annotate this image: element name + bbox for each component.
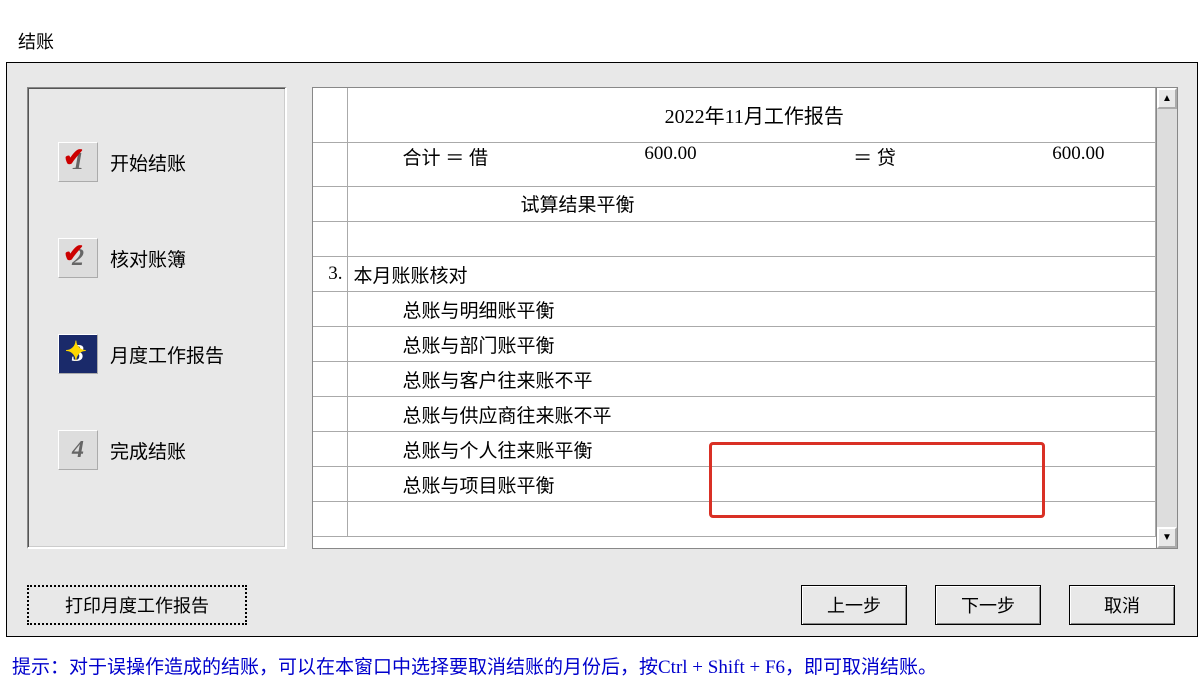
totals-eq-label: ＝ 贷 <box>853 143 896 186</box>
window-title: 结账 <box>18 28 54 54</box>
balance-result-row: 试算结果平衡 <box>313 187 1156 222</box>
section3-num: 3. <box>313 257 347 292</box>
totals-sum-label: 合计 ＝ 借 <box>403 143 489 186</box>
section3-title: 本月账账核对 <box>347 257 1156 292</box>
scroll-track[interactable] <box>1157 109 1177 527</box>
balance-result: 试算结果平衡 <box>347 187 1156 222</box>
sidebar-item-label: 月度工作报告 <box>110 341 224 368</box>
sidebar-item-verify[interactable]: 2 核对账簿 <box>28 224 285 292</box>
list-item: 总账与客户往来账不平 <box>313 362 1156 397</box>
cancel-button[interactable]: 取消 <box>1069 585 1175 625</box>
check-line-unbalanced: 总账与供应商往来账不平 <box>347 397 1156 432</box>
scroll-up-button[interactable]: ▲ <box>1157 88 1177 109</box>
sidebar-item-finish[interactable]: 4 完成结账 <box>28 416 285 484</box>
print-report-button[interactable]: 打印月度工作报告 <box>27 585 247 625</box>
totals-row: 合计 ＝ 借 600.00 ＝ 贷 600.00 <box>313 142 1156 187</box>
sidebar-item-label: 完成结账 <box>110 437 186 464</box>
report-header-row: 2022年11月工作报告 <box>313 88 1156 142</box>
report-title: 2022年11月工作报告 <box>347 88 1156 142</box>
check-line-unbalanced: 总账与客户往来账不平 <box>347 362 1156 397</box>
blank-row <box>313 222 1156 257</box>
report-table: 2022年11月工作报告 合计 ＝ 借 600.00 ＝ 贷 600.00 试算… <box>313 88 1156 537</box>
wizard-sidebar: 1 开始结账 2 核对账簿 3 月度工作报告 4 完成结账 <box>27 87 287 549</box>
blank-row <box>313 502 1156 537</box>
button-bar: 打印月度工作报告 上一步 下一步 取消 <box>7 577 1197 632</box>
report-panel: 2022年11月工作报告 合计 ＝ 借 600.00 ＝ 贷 600.00 试算… <box>312 87 1178 549</box>
totals-debit: 600.00 <box>644 143 696 186</box>
section3-title-row: 3. 本月账账核对 <box>313 257 1156 292</box>
next-button[interactable]: 下一步 <box>935 585 1041 625</box>
step-4-icon: 4 <box>58 430 98 470</box>
sidebar-item-monthly-report[interactable]: 3 月度工作报告 <box>28 320 285 388</box>
vertical-scrollbar[interactable]: ▲ ▼ <box>1156 88 1177 548</box>
step-1-icon: 1 <box>58 142 98 182</box>
sidebar-item-label: 核对账簿 <box>110 245 186 272</box>
list-item: 总账与个人往来账平衡 <box>313 432 1156 467</box>
previous-button[interactable]: 上一步 <box>801 585 907 625</box>
list-item: 总账与部门账平衡 <box>313 327 1156 362</box>
step-2-icon: 2 <box>58 238 98 278</box>
tip-text: 提示：对于误操作造成的结账，可以在本窗口中选择要取消结账的月份后，按Ctrl +… <box>12 652 937 679</box>
step-3-icon: 3 <box>58 334 98 374</box>
check-line: 总账与部门账平衡 <box>347 327 1156 362</box>
check-line: 总账与个人往来账平衡 <box>347 432 1156 467</box>
main-panel: 1 开始结账 2 核对账簿 3 月度工作报告 4 完成结账 2022年11月工作… <box>6 62 1198 637</box>
list-item: 总账与供应商往来账不平 <box>313 397 1156 432</box>
check-line: 总账与项目账平衡 <box>347 467 1156 502</box>
report-content: 2022年11月工作报告 合计 ＝ 借 600.00 ＝ 贷 600.00 试算… <box>313 88 1156 548</box>
scroll-down-button[interactable]: ▼ <box>1157 527 1177 548</box>
list-item: 总账与项目账平衡 <box>313 467 1156 502</box>
sidebar-item-label: 开始结账 <box>110 149 186 176</box>
check-line: 总账与明细账平衡 <box>347 292 1156 327</box>
totals-credit: 600.00 <box>1052 143 1104 186</box>
sidebar-item-start[interactable]: 1 开始结账 <box>28 128 285 196</box>
list-item: 总账与明细账平衡 <box>313 292 1156 327</box>
